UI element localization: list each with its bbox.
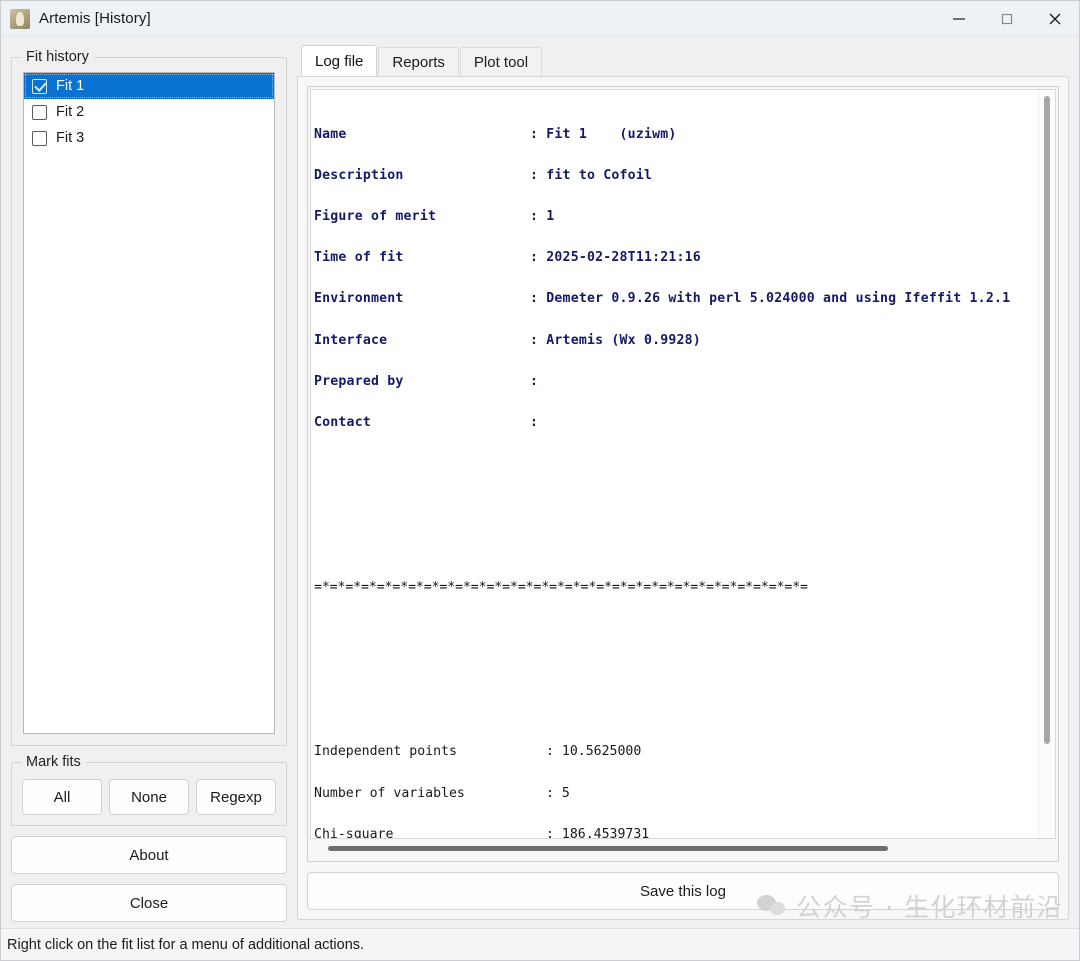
checkbox-icon[interactable] xyxy=(32,78,47,94)
log-header-value: fit to Cofoil xyxy=(546,167,653,183)
log-vertical-scrollbar[interactable] xyxy=(1038,90,1055,838)
mark-all-button[interactable]: All xyxy=(22,779,102,815)
close-dialog-button[interactable]: Close xyxy=(11,884,287,922)
mark-regexp-button[interactable]: Regexp xyxy=(196,779,276,815)
log-viewer-inner: Name: Fit 1 (uziwm) Description: fit to … xyxy=(310,89,1056,839)
log-header-value: Demeter 0.9.26 with perl 5.024000 and us… xyxy=(546,291,1011,307)
artemis-history-window: Artemis [History] Fit history Fit 1 Fit … xyxy=(0,0,1080,961)
log-file-tab-panel: Name: Fit 1 (uziwm) Description: fit to … xyxy=(297,76,1069,920)
tab-strip: Log file Reports Plot tool xyxy=(297,45,1069,77)
stat-key: Independent points xyxy=(314,744,457,760)
tab-plot-tool[interactable]: Plot tool xyxy=(459,47,543,77)
close-button[interactable] xyxy=(1031,1,1079,37)
fit-list-item-label: Fit 1 xyxy=(56,78,85,94)
fit-list-item-label: Fit 2 xyxy=(56,104,85,120)
tab-reports[interactable]: Reports xyxy=(378,47,459,77)
log-header-value: 1 xyxy=(546,208,555,224)
window-body: Fit history Fit 1 Fit 2 Fit 3 Mark fits … xyxy=(1,37,1079,928)
stat-value: 10.5625000 xyxy=(561,744,642,760)
log-header-value: Artemis (Wx 0.9928) xyxy=(546,332,701,348)
status-bar-text: Right click on the fit list for a menu o… xyxy=(7,936,365,953)
log-text-content[interactable]: Name: Fit 1 (uziwm) Description: fit to … xyxy=(311,90,1038,838)
log-viewer: Name: Fit 1 (uziwm) Description: fit to … xyxy=(307,86,1059,862)
mark-fits-legend: Mark fits xyxy=(21,754,86,770)
log-horizontal-scrollbar[interactable] xyxy=(310,839,1056,859)
log-header-key: Name xyxy=(314,126,347,142)
about-button[interactable]: About xyxy=(11,836,287,874)
checkbox-icon[interactable] xyxy=(32,130,47,146)
log-header-key: Contact xyxy=(314,414,371,430)
stat-key: Chi-square xyxy=(314,826,394,838)
stat-value: 186.4539731 xyxy=(561,826,650,838)
mark-none-button[interactable]: None xyxy=(109,779,189,815)
checkbox-icon[interactable] xyxy=(32,104,47,120)
log-header-key: Description xyxy=(314,167,404,183)
log-header-key: Figure of merit xyxy=(314,208,437,224)
save-this-log-button[interactable]: Save this log xyxy=(307,872,1059,910)
stat-value: 5 xyxy=(561,785,570,801)
log-header-key: Environment xyxy=(314,291,404,307)
mark-fits-group: Mark fits All None Regexp xyxy=(11,754,287,826)
right-panel: Log file Reports Plot tool Name: Fit 1 (… xyxy=(297,37,1079,928)
window-title: Artemis [History] xyxy=(39,10,151,27)
title-bar: Artemis [History] xyxy=(1,1,1079,37)
log-separator: =*=*=*=*=*=*=*=*=*=*=*=*=*=*=*=*=*=*=*=*… xyxy=(314,579,808,595)
log-header-value: Fit 1 (uziwm) xyxy=(546,126,677,142)
fit-history-legend: Fit history xyxy=(21,49,94,65)
mark-fits-button-row: All None Regexp xyxy=(22,779,276,815)
artemis-app-icon xyxy=(10,8,30,29)
log-vertical-scrollbar-thumb[interactable] xyxy=(1044,96,1050,744)
fit-list[interactable]: Fit 1 Fit 2 Fit 3 xyxy=(23,72,275,734)
status-bar: Right click on the fit list for a menu o… xyxy=(1,928,1079,960)
log-header-key: Time of fit xyxy=(314,250,404,266)
log-horizontal-scrollbar-thumb[interactable] xyxy=(328,846,888,851)
fit-list-item-2[interactable]: Fit 2 xyxy=(24,99,274,125)
log-header-key: Interface xyxy=(314,332,388,348)
maximize-button[interactable] xyxy=(983,1,1031,37)
fit-history-group: Fit history Fit 1 Fit 2 Fit 3 xyxy=(11,49,287,746)
log-header-value: 2025-02-28T11:21:16 xyxy=(546,250,701,266)
fit-list-item-1[interactable]: Fit 1 xyxy=(24,73,274,99)
tab-log-file[interactable]: Log file xyxy=(301,45,378,77)
fit-list-item-label: Fit 3 xyxy=(56,130,85,146)
stat-key: Number of variables xyxy=(314,785,465,801)
log-header-key: Prepared by xyxy=(314,373,404,389)
fit-list-item-3[interactable]: Fit 3 xyxy=(24,125,274,151)
minimize-button[interactable] xyxy=(935,1,983,37)
left-panel: Fit history Fit 1 Fit 2 Fit 3 Mark fits … xyxy=(1,37,297,928)
window-controls xyxy=(935,1,1079,37)
